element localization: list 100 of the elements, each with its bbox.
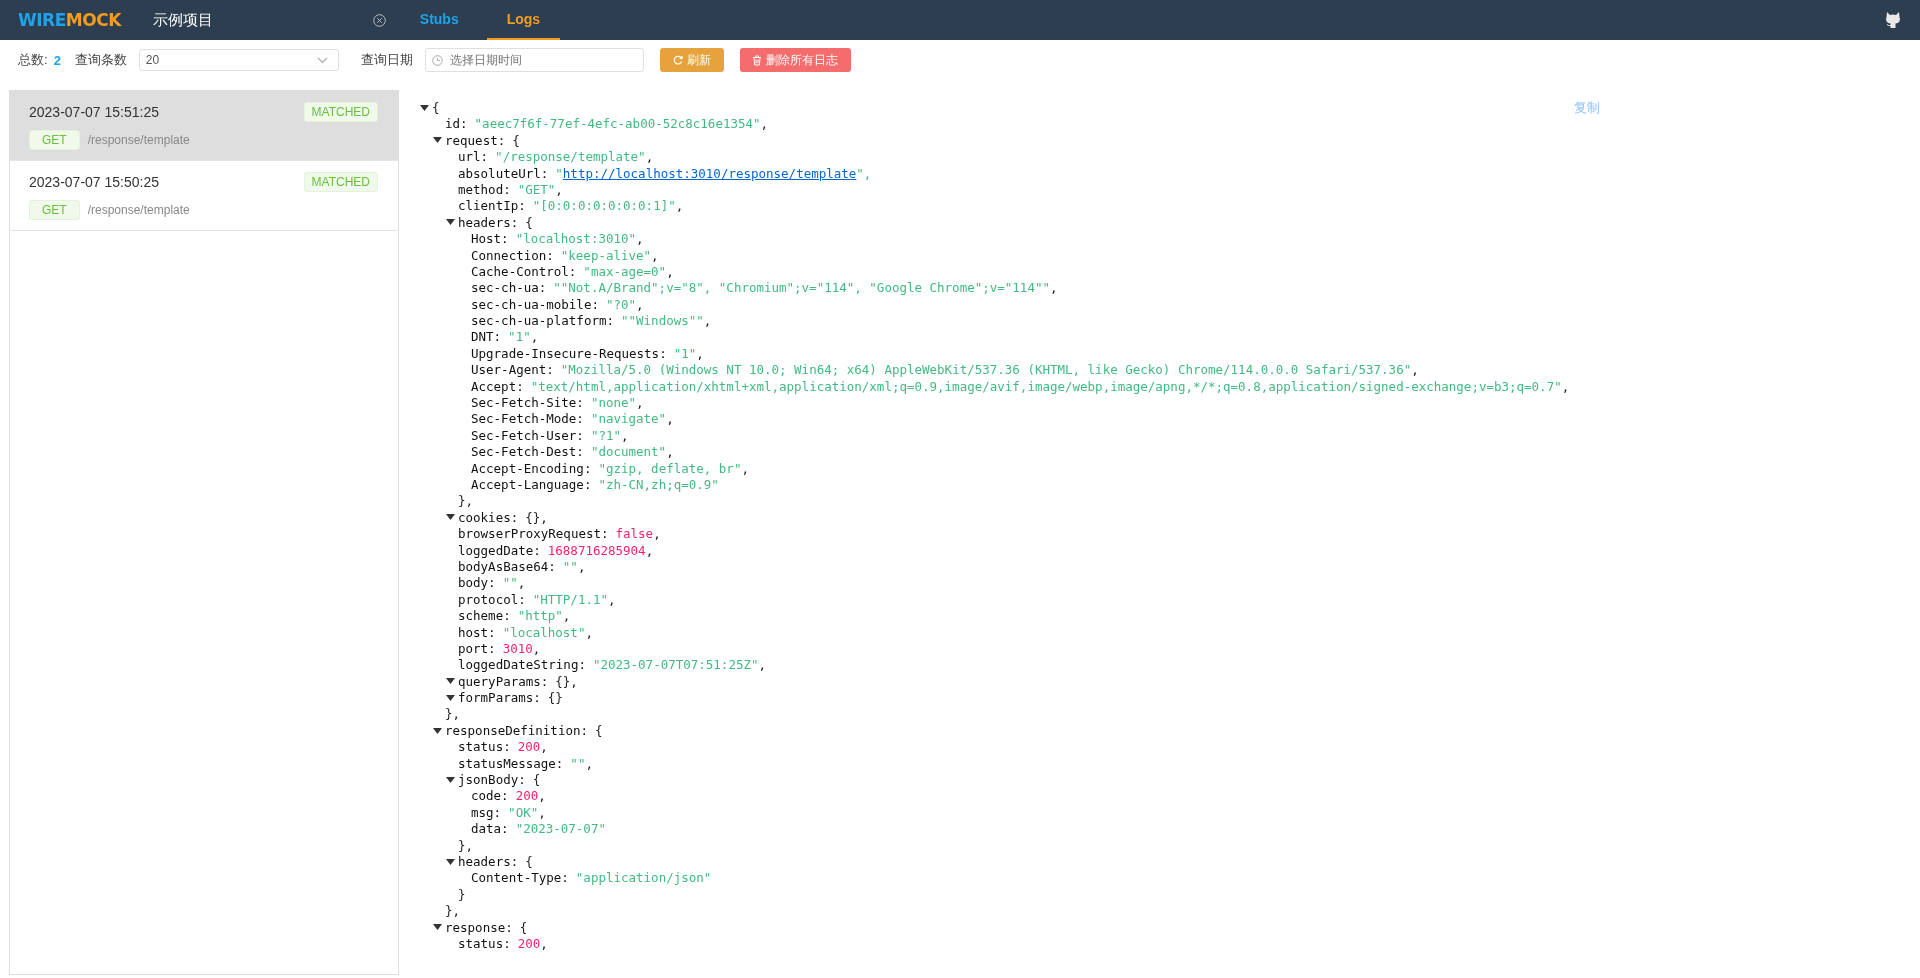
json-comma: , xyxy=(653,526,661,543)
json-value: "?0" xyxy=(605,296,637,314)
request-list-item[interactable]: 2023-07-07 15:51:25 MATCHED GET /response/template xyxy=(10,91,398,161)
json-key: url: xyxy=(458,149,489,166)
json-key: code: xyxy=(471,788,509,805)
wiremock-logo[interactable]: WIREMOCK xyxy=(18,10,121,30)
json-comma: , xyxy=(645,542,654,559)
json-key: Cache-Control: xyxy=(471,263,577,281)
json-key: response: xyxy=(445,919,513,936)
caret-icon[interactable] xyxy=(433,924,442,932)
json-value: "http" xyxy=(517,608,563,625)
json-value: ""Not.A/Brand";v="8", "Chromium";v="114", "Google Chrome";v="114"" xyxy=(553,280,1050,297)
nav-tab[interactable]: Logs xyxy=(486,0,561,40)
json-value: 1688716285904 xyxy=(547,542,646,559)
json-comma: , xyxy=(577,558,586,576)
json-bracket: { xyxy=(519,919,528,936)
json-key: DNT: xyxy=(471,329,502,346)
json-key: method: xyxy=(458,181,511,199)
json-key: clientIp: xyxy=(458,198,526,215)
json-comma: , xyxy=(540,739,548,756)
caret-icon[interactable] xyxy=(433,727,442,735)
json-key: jsonBody: xyxy=(458,772,526,789)
json-value: "application/json" xyxy=(575,870,712,887)
json-comma: , xyxy=(741,460,749,477)
json-value: "2023-07-07T07:51:25Z" xyxy=(592,657,759,674)
close-icon[interactable] xyxy=(372,13,386,27)
limit-select[interactable]: 20 xyxy=(138,49,339,71)
json-bracket: { xyxy=(525,853,533,871)
caret-icon[interactable] xyxy=(446,219,455,227)
json-comma: , xyxy=(621,427,629,445)
json-quote: " xyxy=(555,165,563,182)
json-comma: , xyxy=(666,263,674,281)
limit-label: 查询条数 xyxy=(74,51,127,69)
json-key: status: xyxy=(458,739,511,756)
json-comma: , xyxy=(1049,280,1058,297)
json-value: "?1" xyxy=(590,427,621,445)
json-key: host: xyxy=(458,624,496,641)
json-comma: , xyxy=(703,313,712,330)
caret-icon[interactable] xyxy=(433,137,442,145)
caret-icon[interactable] xyxy=(446,678,455,686)
json-value: "zh-CN,zh;q=0.9" xyxy=(598,477,719,494)
json-key: User-Agent: xyxy=(471,362,554,379)
caret-icon[interactable] xyxy=(420,104,429,112)
json-value: "GET" xyxy=(517,181,556,199)
caret-icon[interactable] xyxy=(446,514,455,522)
json-comma: , xyxy=(585,755,593,773)
json-key: cookies: xyxy=(458,509,519,527)
json-value: "navigate" xyxy=(590,411,667,428)
request-time: 2023-07-07 15:50:25 xyxy=(29,173,159,190)
url-link[interactable]: http://localhost:3010/response/template xyxy=(562,165,857,182)
json-key: bodyAsBase64: xyxy=(458,558,556,576)
json-comma: , xyxy=(538,788,546,805)
json-comma: , xyxy=(760,116,769,133)
date-picker-field[interactable]: 选择日期时间 xyxy=(424,48,644,72)
json-bracket: {}, xyxy=(555,673,578,691)
json-key: loggedDateString: xyxy=(458,657,586,674)
json-value: "1" xyxy=(508,329,531,346)
json-comma: , xyxy=(666,444,674,461)
json-bracket: }, xyxy=(445,903,461,920)
nav-tab[interactable]: Stubs xyxy=(399,0,479,40)
clock-icon xyxy=(431,54,443,66)
json-key: Sec-Fetch-User: xyxy=(471,427,584,445)
json-value: "aeec7f6f-77ef-4efc-ab00-52c8c16e1354" xyxy=(474,116,761,133)
request-list-item[interactable]: 2023-07-07 15:50:25 MATCHED GET /response/template xyxy=(10,161,398,231)
json-key: body: xyxy=(458,575,496,592)
json-key: Sec-Fetch-Mode: xyxy=(471,411,584,428)
caret-icon[interactable] xyxy=(446,858,455,866)
caret-icon[interactable] xyxy=(446,776,455,784)
json-bracket: } xyxy=(458,886,466,904)
json-comma: , xyxy=(540,935,548,953)
json-bracket: {}, xyxy=(525,509,548,527)
project-name: 示例项目 xyxy=(152,10,213,30)
json-value: "" xyxy=(502,575,518,592)
json-quote-comma: ", xyxy=(856,165,872,182)
json-value: "localhost:3010" xyxy=(515,231,637,248)
json-comma: , xyxy=(585,624,593,641)
json-key: loggedDate: xyxy=(458,542,541,559)
json-key: absoluteUrl: xyxy=(458,165,549,182)
json-value: "document" xyxy=(590,444,667,461)
delete-all-logs-button[interactable]: 删除所有日志 xyxy=(739,48,851,72)
json-comma: , xyxy=(675,198,684,215)
date-label: 查询日期 xyxy=(360,51,413,69)
json-key: headers: xyxy=(458,214,519,232)
refresh-icon xyxy=(672,55,683,65)
json-key: Accept: xyxy=(471,378,524,396)
json-key: Accept-Language: xyxy=(471,477,592,494)
json-key: formParams: xyxy=(458,690,541,707)
json-bracket: { xyxy=(525,214,533,232)
json-value: "gzip, deflate, br" xyxy=(598,460,742,477)
json-comma: , xyxy=(530,329,539,346)
json-value: ""Windows"" xyxy=(621,313,704,330)
json-bracket: { xyxy=(595,722,603,740)
json-value: false xyxy=(615,526,654,543)
caret-icon[interactable] xyxy=(446,694,455,702)
chevron-down-icon xyxy=(316,56,328,64)
json-key: sec-ch-ua-platform: xyxy=(471,313,614,330)
json-key: Connection: xyxy=(471,247,554,264)
github-octocat-icon[interactable] xyxy=(1884,11,1902,29)
json-value: 200 xyxy=(515,788,539,805)
json-comma: , xyxy=(636,395,644,412)
